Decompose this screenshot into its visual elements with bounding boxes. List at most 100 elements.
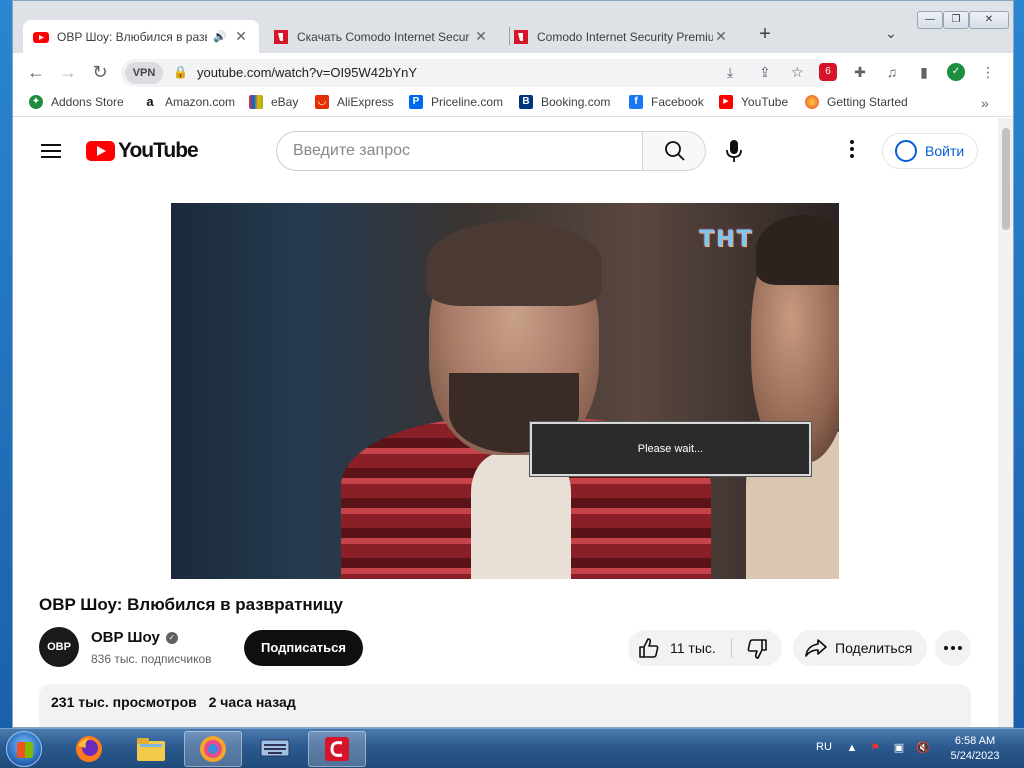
aliexpress-icon: ◡: [315, 95, 329, 109]
url-text[interactable]: youtube.com/watch?v=OI95W42bYnY: [197, 65, 417, 80]
search-input[interactable]: Введите запрос: [276, 131, 642, 171]
more-bookmarks-icon[interactable]: »: [981, 95, 989, 111]
more-actions-icon[interactable]: [935, 630, 971, 666]
network-icon[interactable]: ▣: [892, 741, 906, 755]
youtube-play-logo-icon: [86, 141, 115, 161]
thumbs-up-icon: [639, 638, 659, 658]
like-count: 11 тыс.: [670, 640, 716, 656]
speaker-icon[interactable]: 🔊: [213, 30, 227, 43]
shield-extension-icon[interactable]: 6: [819, 63, 837, 81]
lock-icon[interactable]: 🔒: [173, 65, 188, 79]
addons-store-icon: ✦: [29, 95, 43, 109]
comodo-app-icon: [325, 737, 349, 761]
back-arrow-icon[interactable]: ←: [25, 61, 47, 83]
bookmark-star-icon[interactable]: ☆: [791, 64, 804, 81]
facebook-icon: f: [629, 95, 643, 109]
youtube-favicon-icon: [33, 31, 49, 43]
channel-watermark: ТНТ: [699, 227, 754, 252]
new-tab-icon[interactable]: +: [753, 23, 777, 46]
taskbar-explorer[interactable]: [122, 731, 180, 767]
bookmark-amazon[interactable]: a Amazon.com: [143, 95, 235, 109]
share-page-icon[interactable]: ⇪: [759, 64, 771, 81]
input-language[interactable]: RU: [816, 741, 832, 753]
signin-button[interactable]: Войти: [882, 133, 978, 169]
menu-hamburger-icon[interactable]: [41, 144, 61, 158]
bookmark-label: Facebook: [651, 95, 704, 109]
browser-menu-icon[interactable]: ⋮: [979, 63, 997, 81]
video-frame-second-person-hair: [756, 215, 839, 285]
taskbar-keyboard[interactable]: [246, 731, 304, 767]
close-tab-icon[interactable]: ✕: [233, 28, 249, 45]
bookmark-label: Priceline.com: [431, 95, 504, 109]
address-bar[interactable]: VPN 🔒 youtube.com/watch?v=OI95W42bYnY ⤓ …: [121, 59, 831, 87]
channel-avatar[interactable]: OBP: [39, 627, 79, 667]
close-tab-icon[interactable]: ✕: [713, 28, 729, 45]
volume-muted-icon[interactable]: 🔇: [916, 741, 930, 755]
action-center-flag-icon[interactable]: ⚑: [868, 741, 882, 755]
bookmark-ebay[interactable]: eBay: [249, 95, 298, 109]
bookmark-label: Amazon.com: [165, 95, 236, 109]
comodo-favicon-icon: [514, 29, 528, 44]
bookmark-youtube[interactable]: ▶ YouTube: [719, 95, 788, 109]
verified-check-icon: ✓: [165, 631, 178, 644]
browser-toolbar: ← → ↻ VPN 🔒 youtube.com/watch?v=OI95W42b…: [13, 53, 1013, 91]
close-tab-icon[interactable]: ✕: [473, 28, 489, 45]
taskbar-firefox[interactable]: [60, 731, 118, 767]
youtube-icon: ▶: [719, 95, 733, 109]
settings-kebab-icon[interactable]: [849, 140, 855, 160]
share-button[interactable]: Поделиться: [793, 630, 927, 666]
like-separator: [731, 638, 732, 658]
page-scrollbar[interactable]: [998, 118, 1013, 727]
like-button[interactable]: 11 тыс.: [638, 630, 716, 666]
tab-search-chevron-icon[interactable]: ⌄: [885, 25, 897, 42]
amazon-icon: a: [143, 95, 157, 109]
like-dislike-group: 11 тыс.: [628, 630, 782, 666]
security-check-icon[interactable]: ✓: [947, 63, 965, 81]
vpn-badge[interactable]: VPN: [125, 62, 163, 84]
on-screen-keyboard-icon: [260, 739, 290, 757]
microphone-icon[interactable]: [725, 139, 743, 163]
taskbar-comodo[interactable]: [308, 731, 366, 767]
minimize-button[interactable]: —: [917, 11, 943, 29]
bookmark-label: Getting Started: [827, 95, 908, 109]
view-count: 231 тыс. просмотров: [51, 694, 197, 710]
video-player[interactable]: ТНТ Please wait...: [171, 203, 839, 579]
youtube-logo[interactable]: YouTube: [86, 139, 199, 163]
search-icon: [665, 141, 685, 161]
subscriber-count: 836 тыс. подписчиков: [91, 652, 212, 666]
forward-arrow-icon[interactable]: →: [57, 61, 79, 83]
bookmark-getting-started[interactable]: Getting Started: [805, 95, 908, 109]
maximize-button[interactable]: ❐: [943, 11, 969, 29]
show-hidden-icons-icon[interactable]: ▲: [845, 741, 859, 755]
youtube-page: YouTube Введите запрос Войти ТНТ Please …: [13, 118, 998, 727]
media-controls-icon[interactable]: ♫: [883, 63, 901, 81]
scrollbar-thumb[interactable]: [1002, 128, 1010, 230]
tab-title: Comodo Internet Security Premiu: [537, 29, 713, 44]
bookmark-label: AliExpress: [337, 95, 394, 109]
thumbs-down-icon[interactable]: [746, 639, 768, 659]
channel-name-link[interactable]: OBP Шоу ✓: [91, 629, 178, 646]
search-button[interactable]: [642, 131, 706, 171]
tab-youtube[interactable]: OBP Шоу: Влюбился в разв 🔊 ✕: [23, 20, 259, 53]
subscribe-button[interactable]: Подписаться: [244, 630, 363, 666]
reload-icon[interactable]: ↻: [89, 61, 111, 83]
start-button[interactable]: [6, 731, 42, 767]
taskbar-chrome[interactable]: [184, 731, 242, 767]
tab-comodo-premium[interactable]: Comodo Internet Security Premiu ✕: [503, 20, 739, 53]
bookmark-addons-store[interactable]: ✦ Addons Store: [29, 95, 124, 109]
bookmark-facebook[interactable]: f Facebook: [629, 95, 704, 109]
share-arrow-icon: [805, 639, 827, 657]
bookmark-priceline[interactable]: P Priceline.com: [409, 95, 503, 109]
extensions-puzzle-icon[interactable]: ✚: [851, 63, 869, 81]
tab-strip: OBP Шоу: Влюбился в разв 🔊 ✕ Скачать Com…: [13, 1, 1013, 53]
system-clock[interactable]: 6:58 AM 5/24/2023: [940, 734, 1010, 764]
bookmark-aliexpress[interactable]: ◡ AliExpress: [315, 95, 394, 109]
description-box[interactable]: 231 тыс. просмотров 2 часа назад: [39, 684, 971, 727]
channel-name: OBP Шоу: [91, 629, 160, 646]
bookmark-label: Addons Store: [51, 95, 124, 109]
close-window-button[interactable]: ✕: [969, 11, 1009, 29]
bookmark-booking[interactable]: B Booking.com: [519, 95, 610, 109]
install-app-icon[interactable]: ⤓: [727, 64, 733, 81]
tab-comodo-download[interactable]: Скачать Comodo Internet Secur ✕: [263, 20, 499, 53]
side-panel-icon[interactable]: ▮: [915, 63, 933, 81]
